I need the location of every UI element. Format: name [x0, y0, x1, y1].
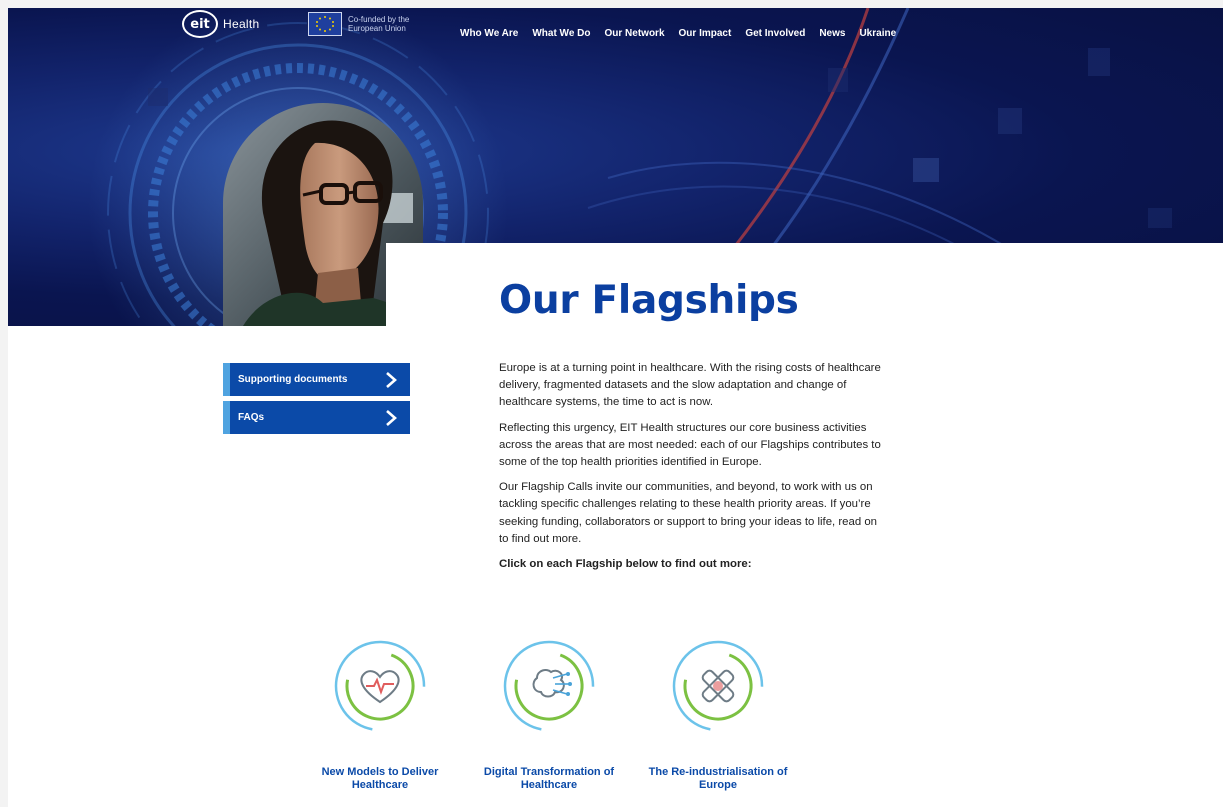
- chevron-right-icon: [386, 371, 397, 388]
- eit-logo-wordmark: Health: [223, 17, 260, 31]
- intro-paragraph: Reflecting this urgency, EIT Health stru…: [499, 421, 881, 469]
- eu-flag-icon: [308, 12, 342, 36]
- nav-get-involved[interactable]: Get Involved: [745, 28, 805, 39]
- flagship-label[interactable]: Digital Transformation of Healthcare: [469, 766, 629, 792]
- nav-our-impact[interactable]: Our Impact: [679, 28, 732, 39]
- nav-who-we-are[interactable]: Who We Are: [460, 28, 518, 39]
- bandage-hand-icon: [672, 640, 764, 732]
- heart-pulse-icon: [334, 640, 426, 732]
- flagship-digital-transformation[interactable]: Digital Transformation of Healthcare: [469, 638, 629, 791]
- supporting-documents-button[interactable]: Supporting documents: [223, 363, 410, 396]
- nav-ukraine[interactable]: Ukraine: [859, 28, 896, 39]
- supporting-documents-label: Supporting documents: [238, 374, 348, 385]
- page: eit Health Co-funded by the European Uni…: [8, 8, 1223, 807]
- nav-news[interactable]: News: [819, 28, 845, 39]
- nav-our-network[interactable]: Our Network: [605, 28, 665, 39]
- eit-health-logo[interactable]: eit Health: [182, 10, 260, 38]
- chevron-right-icon: [386, 409, 397, 426]
- page-title: Our Flagships: [499, 278, 799, 323]
- intro-content: Europe is at a turning point in healthca…: [499, 360, 889, 581]
- eu-cofunded-text: Co-funded by the European Union: [348, 15, 410, 33]
- main-nav: Who We Are What We Do Our Network Our Im…: [460, 28, 910, 39]
- intro-paragraph: Europe is at a turning point in healthca…: [499, 362, 881, 409]
- eit-logo-mark: eit: [182, 10, 218, 38]
- faqs-button[interactable]: FAQs: [223, 401, 410, 434]
- nav-what-we-do[interactable]: What We Do: [532, 28, 590, 39]
- flagships-cta: Click on each Flagship below to find out…: [499, 558, 752, 571]
- faqs-label: FAQs: [238, 412, 265, 423]
- intro-paragraph: Our Flagship Calls invite our communitie…: [499, 481, 878, 545]
- digital-brain-icon: [503, 640, 595, 732]
- flagship-reindustrialisation[interactable]: The Re-industrialisation of Europe: [638, 638, 798, 791]
- flagship-new-models[interactable]: New Models to Deliver Healthcare: [300, 638, 460, 791]
- flagship-label[interactable]: New Models to Deliver Healthcare: [300, 766, 460, 792]
- eu-cofunded-logo: Co-funded by the European Union: [308, 12, 438, 36]
- flagship-label[interactable]: The Re-industrialisation of Europe: [638, 766, 798, 792]
